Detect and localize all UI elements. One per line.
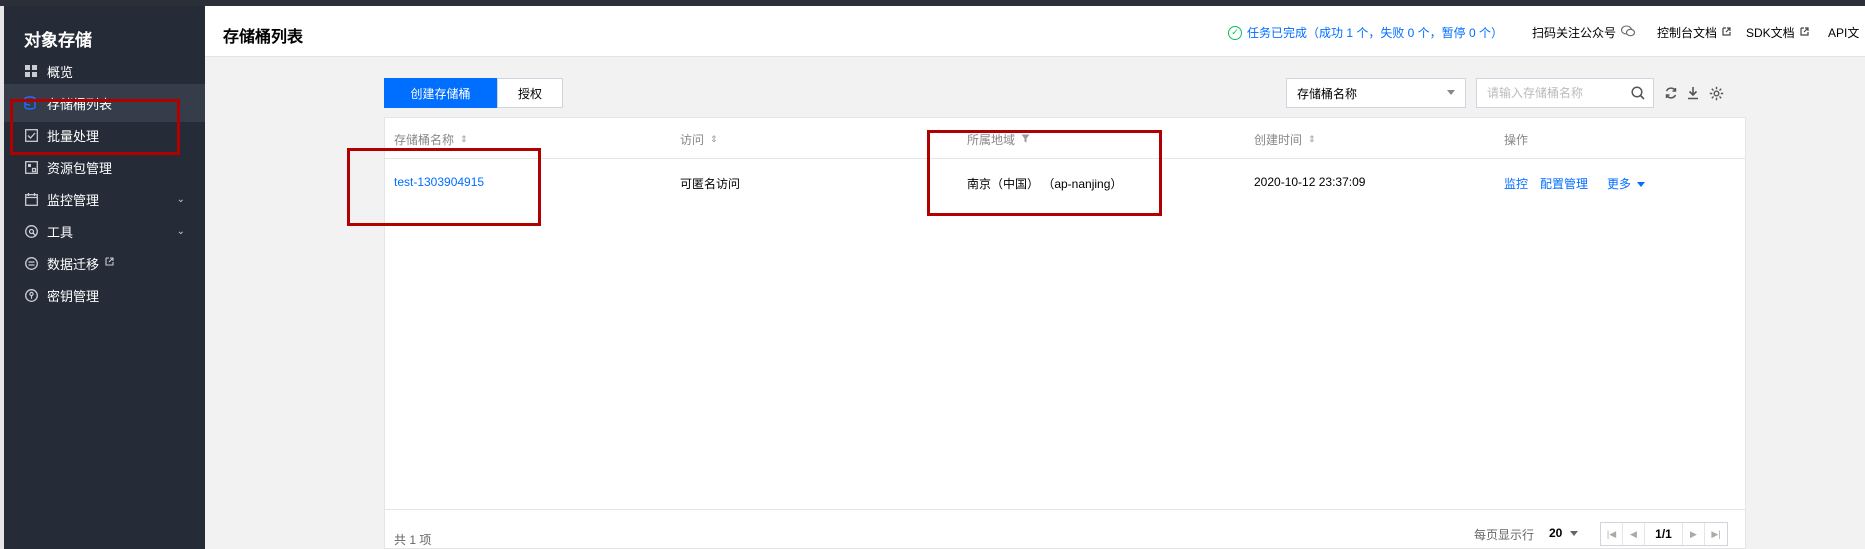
sidebar-item-label: 密钥管理 <box>47 288 100 304</box>
sort-icon[interactable]: ⇕ <box>460 134 468 145</box>
sidebar-item-key[interactable]: 密钥管理 <box>4 276 205 314</box>
bucket-name-link[interactable]: test-1303904915 <box>394 175 484 189</box>
column-header-created[interactable]: 创建时间 ⇕ <box>1254 131 1316 148</box>
bucket-created-time: 2020-10-12 23:37:09 <box>1254 175 1366 189</box>
dashboard-icon <box>23 63 39 79</box>
last-page-icon[interactable]: ▶| <box>1705 523 1727 545</box>
package-icon <box>23 159 39 175</box>
sort-icon[interactable]: ⇕ <box>710 134 718 145</box>
sidebar-item-label: 工具 <box>47 224 74 240</box>
key-icon <box>23 287 39 303</box>
chevron-down-icon: ⌄ <box>176 225 185 237</box>
more-action-label: 更多 <box>1607 177 1632 191</box>
task-status-text: 任务已完成（成功 1 个，失败 0 个，暂停 0 个） <box>1247 26 1504 40</box>
external-link-icon <box>105 257 114 269</box>
migration-icon <box>23 255 39 271</box>
column-header-label: 所属地域 <box>967 133 1016 147</box>
table-footer-divider <box>384 509 1746 510</box>
search-box <box>1476 78 1654 108</box>
search-icon[interactable] <box>1631 86 1645 103</box>
batch-icon <box>23 127 39 143</box>
sidebar: 对象存储 概览 存储桶列表 批量处理 资源包管理 监控管理 ⌄ 工具 ⌄ 数据迁… <box>4 6 205 549</box>
gear-icon[interactable] <box>1707 84 1725 102</box>
create-bucket-button[interactable]: 创建存储桶 <box>384 78 497 108</box>
page-indicator: 1/1 <box>1645 523 1683 545</box>
total-count: 共 1 项 <box>394 533 432 547</box>
page-size-value: 20 <box>1549 526 1563 540</box>
bucket-icon <box>23 95 39 111</box>
page-size-select[interactable]: 20 <box>1549 526 1579 540</box>
sidebar-item-label: 概览 <box>47 64 74 80</box>
caret-down-icon <box>1637 182 1646 188</box>
pagination: |◀ ◀ 1/1 ▶ ▶| <box>1600 522 1728 546</box>
api-docs-link[interactable]: API文 <box>1828 24 1859 41</box>
page-title: 存储桶列表 <box>223 29 304 46</box>
top-bar: 存储桶列表 ✓ 任务已完成（成功 1 个，失败 0 个，暂停 0 个） 扫码关注… <box>205 6 1865 57</box>
app-title: 对象存储 <box>24 31 92 50</box>
api-docs-label: API文 <box>1828 26 1860 40</box>
sidebar-item-label: 数据迁移 <box>47 256 100 272</box>
console-docs-link[interactable]: 控制台文档 <box>1657 24 1731 41</box>
column-header-label: 访问 <box>680 133 705 147</box>
authorize-button[interactable]: 授权 <box>497 78 563 108</box>
more-action-dropdown[interactable]: 更多 <box>1607 175 1646 192</box>
table-header-divider <box>384 158 1746 159</box>
sidebar-item-label: 存储桶列表 <box>47 96 113 112</box>
prev-page-icon[interactable]: ◀ <box>1623 523 1645 545</box>
chevron-down-icon: ⌄ <box>176 193 185 205</box>
wechat-icon <box>1620 25 1636 40</box>
sidebar-item-label: 资源包管理 <box>47 160 113 176</box>
column-header-label: 存储桶名称 <box>394 133 455 147</box>
search-field-select-value: 存储桶名称 <box>1297 86 1358 101</box>
search-field-select[interactable]: 存储桶名称 <box>1286 78 1466 108</box>
check-circle-icon: ✓ <box>1228 25 1242 40</box>
page-size-label: 每页显示行 <box>1474 528 1535 542</box>
sdk-docs-link[interactable]: SDK文档 <box>1746 24 1809 41</box>
wechat-follow-label: 扫码关注公众号 <box>1532 26 1617 40</box>
external-link-icon <box>1800 26 1809 39</box>
column-header-label: 创建时间 <box>1254 133 1303 147</box>
sidebar-item-label: 监控管理 <box>47 192 100 208</box>
column-header-label: 操作 <box>1504 133 1529 147</box>
bucket-region: 南京（中国） （ap-nanjing） <box>967 177 1123 191</box>
search-input[interactable] <box>1477 79 1617 107</box>
first-page-icon[interactable]: |◀ <box>1601 523 1623 545</box>
monitor-action-link[interactable]: 监控 <box>1504 175 1528 192</box>
sdk-docs-label: SDK文档 <box>1746 26 1795 40</box>
wechat-follow-link[interactable]: 扫码关注公众号 <box>1532 24 1636 41</box>
calendar-icon <box>23 191 39 207</box>
bucket-access: 可匿名访问 <box>680 177 741 191</box>
task-status[interactable]: ✓ 任务已完成（成功 1 个，失败 0 个，暂停 0 个） <box>1228 24 1503 41</box>
column-header-access[interactable]: 访问 ⇕ <box>680 131 718 148</box>
column-header-name[interactable]: 存储桶名称 ⇕ <box>394 131 468 148</box>
next-page-icon[interactable]: ▶ <box>1683 523 1705 545</box>
column-header-actions: 操作 <box>1504 131 1528 148</box>
console-docs-label: 控制台文档 <box>1657 26 1718 40</box>
column-header-region[interactable]: 所属地域 <box>967 131 1030 148</box>
tool-icon <box>23 223 39 239</box>
sidebar-item-label: 批量处理 <box>47 128 100 144</box>
caret-down-icon <box>1570 530 1579 536</box>
external-link-icon <box>1722 26 1731 39</box>
sort-icon[interactable]: ⇕ <box>1308 134 1316 145</box>
download-icon[interactable] <box>1684 84 1702 102</box>
filter-icon[interactable] <box>1021 134 1030 145</box>
config-action-link[interactable]: 配置管理 <box>1540 175 1588 192</box>
caret-down-icon <box>1447 90 1455 95</box>
refresh-icon[interactable] <box>1662 84 1680 102</box>
